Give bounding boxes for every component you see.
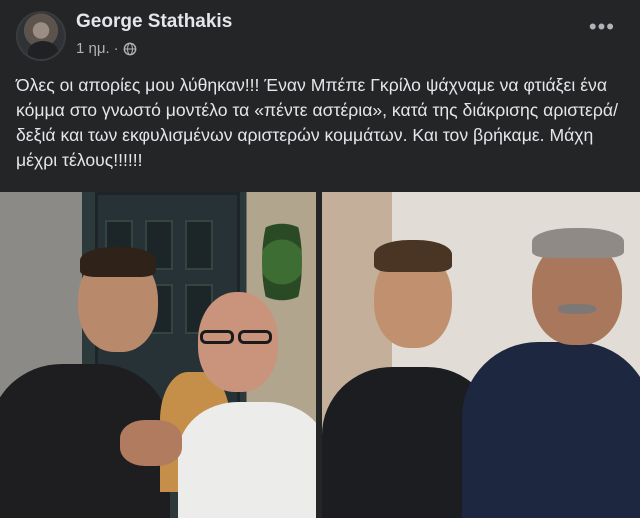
- person-left-hair: [80, 247, 156, 277]
- left-photo[interactable]: [0, 192, 316, 518]
- globe-icon[interactable]: [123, 42, 137, 56]
- person-right-shirt: [462, 342, 640, 518]
- author-avatar[interactable]: [16, 11, 66, 61]
- person-right-hair: [532, 228, 624, 258]
- person-right-mustache: [558, 304, 596, 314]
- clasped-hands: [120, 420, 182, 466]
- post-text: Όλες οι απορίες μου λύθηκαν!!! Έναν Μπέπ…: [16, 75, 618, 170]
- author-name[interactable]: George Stathakis: [76, 11, 232, 33]
- glasses-left-lens: [200, 330, 234, 344]
- meta-separator: ·: [113, 40, 119, 57]
- person-right-shirt: [178, 402, 316, 518]
- background-plant: [262, 202, 302, 322]
- post-header: George Stathakis 1 ημ. · •••: [0, 0, 640, 62]
- post-meta: 1 ημ. ·: [76, 40, 137, 57]
- door-pane: [185, 220, 213, 270]
- right-photo[interactable]: [322, 192, 640, 518]
- person-left-hair: [374, 240, 452, 272]
- more-options-icon[interactable]: •••: [589, 16, 615, 38]
- photo-collage: [0, 192, 640, 518]
- glasses-right-lens: [238, 330, 272, 344]
- post-time[interactable]: 1 ημ.: [76, 40, 110, 57]
